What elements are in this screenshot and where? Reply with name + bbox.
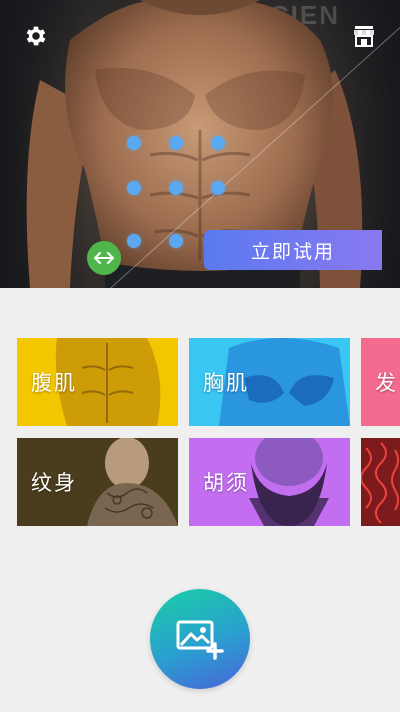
category-tile-chest[interactable]: 胸肌 <box>189 338 350 426</box>
category-label: 胡须 <box>203 471 249 495</box>
category-label: 腹肌 <box>31 371 77 395</box>
more-thumbnail <box>361 442 399 524</box>
hero-banner: SCIEN 立即试用 <box>0 0 400 288</box>
grid-dot[interactable] <box>127 234 141 248</box>
grid-dot[interactable] <box>211 181 225 195</box>
store-icon[interactable] <box>350 22 378 50</box>
category-tile-hair[interactable]: 发 <box>361 338 400 426</box>
category-tile-more[interactable] <box>361 438 400 526</box>
swap-arrows-icon[interactable] <box>87 241 121 275</box>
try-now-button[interactable]: 立即试用 <box>204 230 382 270</box>
add-photo-icon <box>176 620 224 660</box>
grid-dot[interactable] <box>127 136 141 150</box>
category-tile-abs[interactable]: 腹肌 <box>17 338 178 426</box>
category-tile-tattoo[interactable]: 纹身 <box>17 438 178 526</box>
grid-dot[interactable] <box>127 181 141 195</box>
category-label: 发 <box>375 371 398 395</box>
category-label: 纹身 <box>31 471 77 495</box>
gear-icon[interactable] <box>22 22 50 50</box>
grid-dot[interactable] <box>169 234 183 248</box>
grid-dot[interactable] <box>211 136 225 150</box>
category-label: 胸肌 <box>203 371 249 395</box>
grid-dot[interactable] <box>169 136 183 150</box>
add-photo-button[interactable] <box>150 589 250 689</box>
grid-dot[interactable] <box>169 181 183 195</box>
category-tile-beard[interactable]: 胡须 <box>189 438 350 526</box>
